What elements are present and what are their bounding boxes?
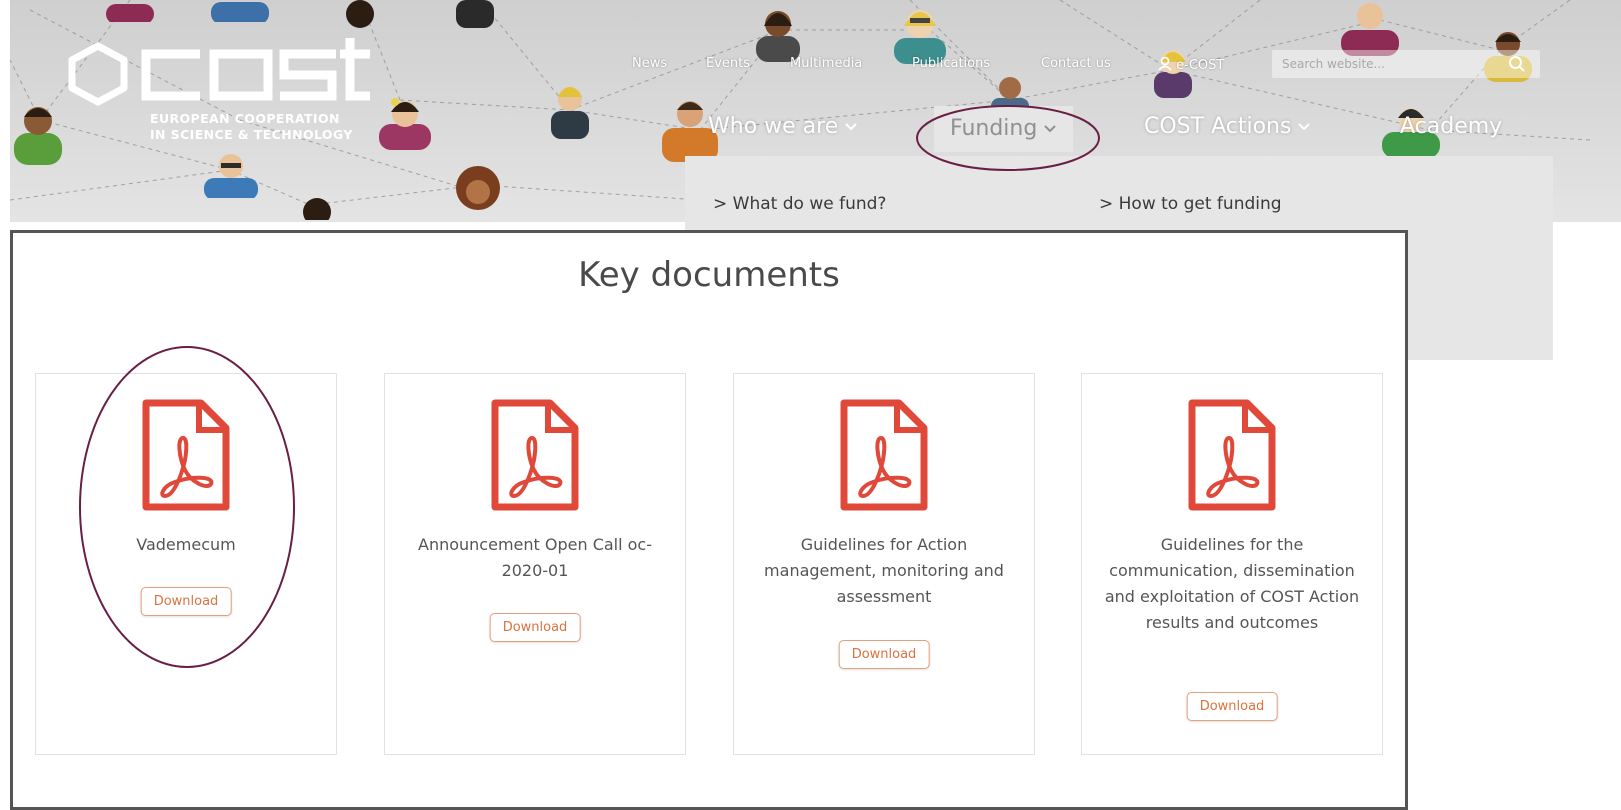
person-avatar [894,10,946,64]
cost-logo-mark [68,38,370,106]
pdf-icon [491,399,579,511]
pdf-icon [840,399,928,511]
person-avatar [756,11,800,62]
person-avatar [456,166,500,210]
dropdown-item-what-do-we-fund[interactable]: > What do we fund? [713,194,886,214]
nav-academy[interactable]: Academy [1400,114,1502,139]
key-documents-title: Key documents [578,255,840,295]
dropdown-item-how-to-get-funding[interactable]: > How to get funding [1099,194,1282,214]
pdf-icon [142,399,230,511]
person-avatar [14,107,62,165]
document-card: Guidelines for Action management, monito… [733,373,1035,755]
logo-tagline-line1: EUROPEAN COOPERATION [150,111,340,126]
user-icon [1158,56,1172,71]
download-button[interactable]: Download [838,640,930,669]
cost-logo[interactable]: EUROPEAN COOPERATION IN SCIENCE & TECHNO… [60,38,370,158]
search-box [1272,50,1540,78]
document-title: Guidelines for Action management, monito… [764,535,1004,606]
download-button[interactable]: Download [489,613,581,642]
download-button[interactable]: Download [1186,692,1278,721]
nav-cost-actions-label: COST Actions [1144,114,1292,139]
nav-contact-link[interactable]: Contact us [1041,56,1111,71]
person-avatar [1341,3,1399,56]
nav-funding-label: Funding [950,116,1038,141]
person-avatar [551,87,589,139]
nav-cost-actions[interactable]: COST Actions [1144,114,1311,139]
chevron-down-icon [1044,125,1057,133]
pdf-icon [1188,399,1276,511]
person-avatar [379,98,431,150]
document-title: Announcement Open Call oc-2020-01 [418,535,652,580]
person-avatar [456,0,494,28]
person-avatar [346,0,374,28]
search-icon[interactable] [1508,55,1526,73]
nav-publications-link[interactable]: Publications [912,56,990,71]
nav-who-we-are[interactable]: Who we are [708,114,858,139]
document-card: Vademecum Download [35,373,337,755]
person-avatar [303,198,331,220]
nav-news-link[interactable]: News [632,56,667,71]
document-card: Guidelines for the communication, dissem… [1081,373,1383,755]
ecost-label: e-COST [1176,58,1225,73]
person-avatar [211,2,269,22]
search-input[interactable] [1280,54,1494,74]
nav-multimedia-link[interactable]: Multimedia [790,56,862,71]
nav-events-link[interactable]: Events [706,56,750,71]
person-avatar [106,4,154,22]
document-card: Announcement Open Call oc-2020-01 Downlo… [384,373,686,755]
logo-tagline-line2: IN SCIENCE & TECHNOLOGY [150,127,353,142]
key-documents-panel: Key documents Vademecum Download Announc… [10,230,1408,810]
chevron-down-icon [1298,123,1311,131]
nav-funding[interactable]: Funding [934,106,1074,152]
chevron-down-icon [845,123,857,131]
document-title: Vademecum [136,535,236,554]
download-button[interactable]: Download [140,587,232,616]
nav-who-we-are-label: Who we are [708,114,839,139]
ecost-login-link[interactable]: e-COST [1158,56,1224,73]
document-title: Guidelines for the communication, dissem… [1104,535,1360,632]
